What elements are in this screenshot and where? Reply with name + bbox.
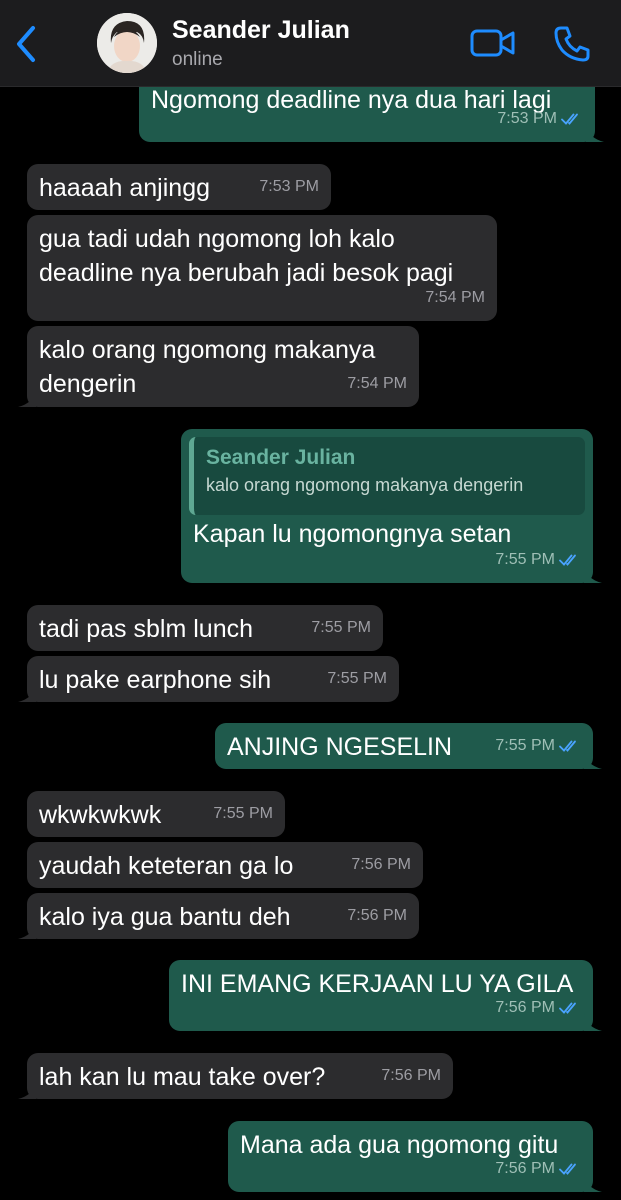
message-outgoing[interactable]: ANJING NGESELIN 7:55 PM xyxy=(215,723,602,769)
bubble-tail xyxy=(18,1081,36,1099)
message-meta: 7:55 PM xyxy=(495,543,581,577)
bubble-tail xyxy=(18,921,36,939)
message-text: Kapan lu ngomongnya setan xyxy=(193,520,512,548)
bubble-tail xyxy=(584,565,602,583)
message-meta: 7:56 PM xyxy=(351,848,411,882)
video-camera-icon xyxy=(470,29,515,57)
message-incoming[interactable]: lu pake earphone sih 7:55 PM xyxy=(18,656,399,702)
message-incoming[interactable]: kalo orang ngomong makanya dengerin 7:54… xyxy=(18,326,419,407)
message-time: 7:56 PM xyxy=(351,856,411,873)
quoted-sender: Seander Julian xyxy=(206,446,356,469)
contact-status: online xyxy=(172,49,223,70)
phone-icon xyxy=(554,26,590,62)
message-outgoing-reply[interactable]: Seander Julian kalo orang ngomong makany… xyxy=(181,429,602,583)
message-line: deadline nya berubah jadi besok pagi xyxy=(39,259,454,287)
bubble-tail xyxy=(18,389,36,407)
message-line: kalo orang ngomong makanya xyxy=(39,336,376,364)
message-meta: 7:56 PM xyxy=(495,991,581,1025)
avatar[interactable] xyxy=(97,13,157,73)
message-time: 7:55 PM xyxy=(311,619,371,636)
message-meta: 7:56 PM xyxy=(347,899,407,933)
message-time: 7:54 PM xyxy=(347,375,407,392)
voice-call-button[interactable] xyxy=(552,24,592,64)
message-incoming[interactable]: gua tadi udah ngomong loh kalo deadline … xyxy=(27,215,497,321)
message-meta: 7:56 PM xyxy=(495,1152,581,1186)
message-meta: 7:55 PM xyxy=(495,729,581,763)
chevron-left-icon xyxy=(17,26,35,62)
back-button[interactable] xyxy=(8,22,44,66)
message-incoming[interactable]: lah kan lu mau take over? 7:56 PM xyxy=(18,1053,453,1099)
message-time: 7:55 PM xyxy=(327,670,387,687)
message-outgoing[interactable]: INI EMANG KERJAAN LU YA GILA 7:56 PM xyxy=(169,960,602,1031)
double-check-icon xyxy=(559,554,576,566)
message-incoming[interactable]: kalo iya gua bantu deh 7:56 PM xyxy=(18,893,419,939)
message-time: 7:53 PM xyxy=(259,178,319,195)
message-line: gua tadi udah ngomong loh kalo xyxy=(39,225,395,253)
double-check-icon xyxy=(559,740,576,752)
double-check-icon xyxy=(559,1163,576,1175)
message-time: 7:56 PM xyxy=(381,1067,441,1084)
message-time: 7:55 PM xyxy=(495,551,555,568)
contact-name[interactable]: Seander Julian xyxy=(172,16,350,45)
quoted-message[interactable]: Seander Julian kalo orang ngomong makany… xyxy=(189,437,585,515)
chat-header: Seander Julian online xyxy=(0,0,621,87)
bubble-tail xyxy=(584,751,602,769)
chat-area[interactable]: Ngomong deadline nya dua hari lagi 7:53 … xyxy=(0,0,621,1200)
message-meta: 7:55 PM xyxy=(213,797,273,831)
message-incoming[interactable]: wkwkwkwk 7:55 PM xyxy=(27,791,285,837)
video-call-button[interactable] xyxy=(469,25,517,61)
message-time: 7:56 PM xyxy=(347,907,407,924)
message-meta: 7:54 PM xyxy=(347,367,407,401)
message-meta: 7:54 PM xyxy=(425,281,485,315)
message-time: 7:54 PM xyxy=(425,289,485,306)
bubble-tail xyxy=(586,124,604,142)
double-check-icon xyxy=(561,113,578,125)
message-time: 7:56 PM xyxy=(495,999,555,1016)
bubble-tail xyxy=(584,1174,602,1192)
message-time: 7:55 PM xyxy=(213,805,273,822)
message-time: 7:56 PM xyxy=(495,1160,555,1177)
message-incoming[interactable]: tadi pas sblm lunch 7:55 PM xyxy=(27,605,383,651)
avatar-image xyxy=(97,13,157,73)
bubble-tail xyxy=(584,1013,602,1031)
message-meta: 7:56 PM xyxy=(381,1059,441,1093)
bubble-tail xyxy=(18,684,36,702)
message-incoming[interactable]: haaaah anjingg 7:53 PM xyxy=(27,164,331,210)
double-check-icon xyxy=(559,1002,576,1014)
message-meta: 7:55 PM xyxy=(311,611,371,645)
message-meta: 7:53 PM xyxy=(259,170,319,204)
message-meta: 7:55 PM xyxy=(327,662,387,696)
message-outgoing[interactable]: Mana ada gua ngomong gitu 7:56 PM xyxy=(228,1121,602,1192)
message-time: 7:55 PM xyxy=(495,737,555,754)
message-meta: 7:53 PM xyxy=(497,102,583,136)
message-time: 7:53 PM xyxy=(497,110,557,127)
quoted-text: kalo orang ngomong makanya dengerin xyxy=(206,475,524,495)
message-incoming[interactable]: yaudah keteteran ga lo 7:56 PM xyxy=(27,842,423,888)
